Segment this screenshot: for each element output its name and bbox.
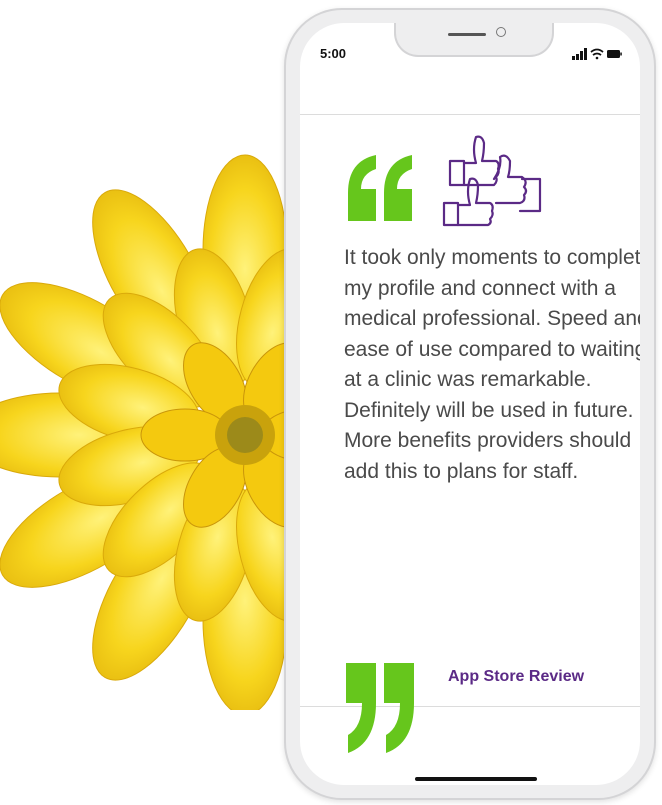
phone-notch	[394, 23, 554, 57]
battery-icon	[607, 50, 622, 58]
status-icons	[572, 48, 622, 60]
close-quote-icon	[346, 663, 414, 753]
open-quote-icon	[348, 155, 412, 221]
review-source: App Store Review	[448, 668, 585, 685]
wifi-icon	[590, 48, 604, 60]
home-indicator[interactable]	[415, 777, 537, 781]
status-time: 5:00	[320, 46, 347, 61]
speaker-grille	[448, 33, 486, 36]
top-divider	[300, 114, 640, 115]
phone-frame: 5:00 It took only moments to complete my…	[284, 8, 656, 800]
thumbs-up-icon	[442, 135, 542, 227]
camera-icon	[496, 27, 506, 37]
review-text: It took only moments to complete my prof…	[344, 246, 640, 483]
phone-screen: 5:00 It took only moments to complete my…	[300, 23, 640, 785]
signal-icon	[572, 48, 587, 60]
